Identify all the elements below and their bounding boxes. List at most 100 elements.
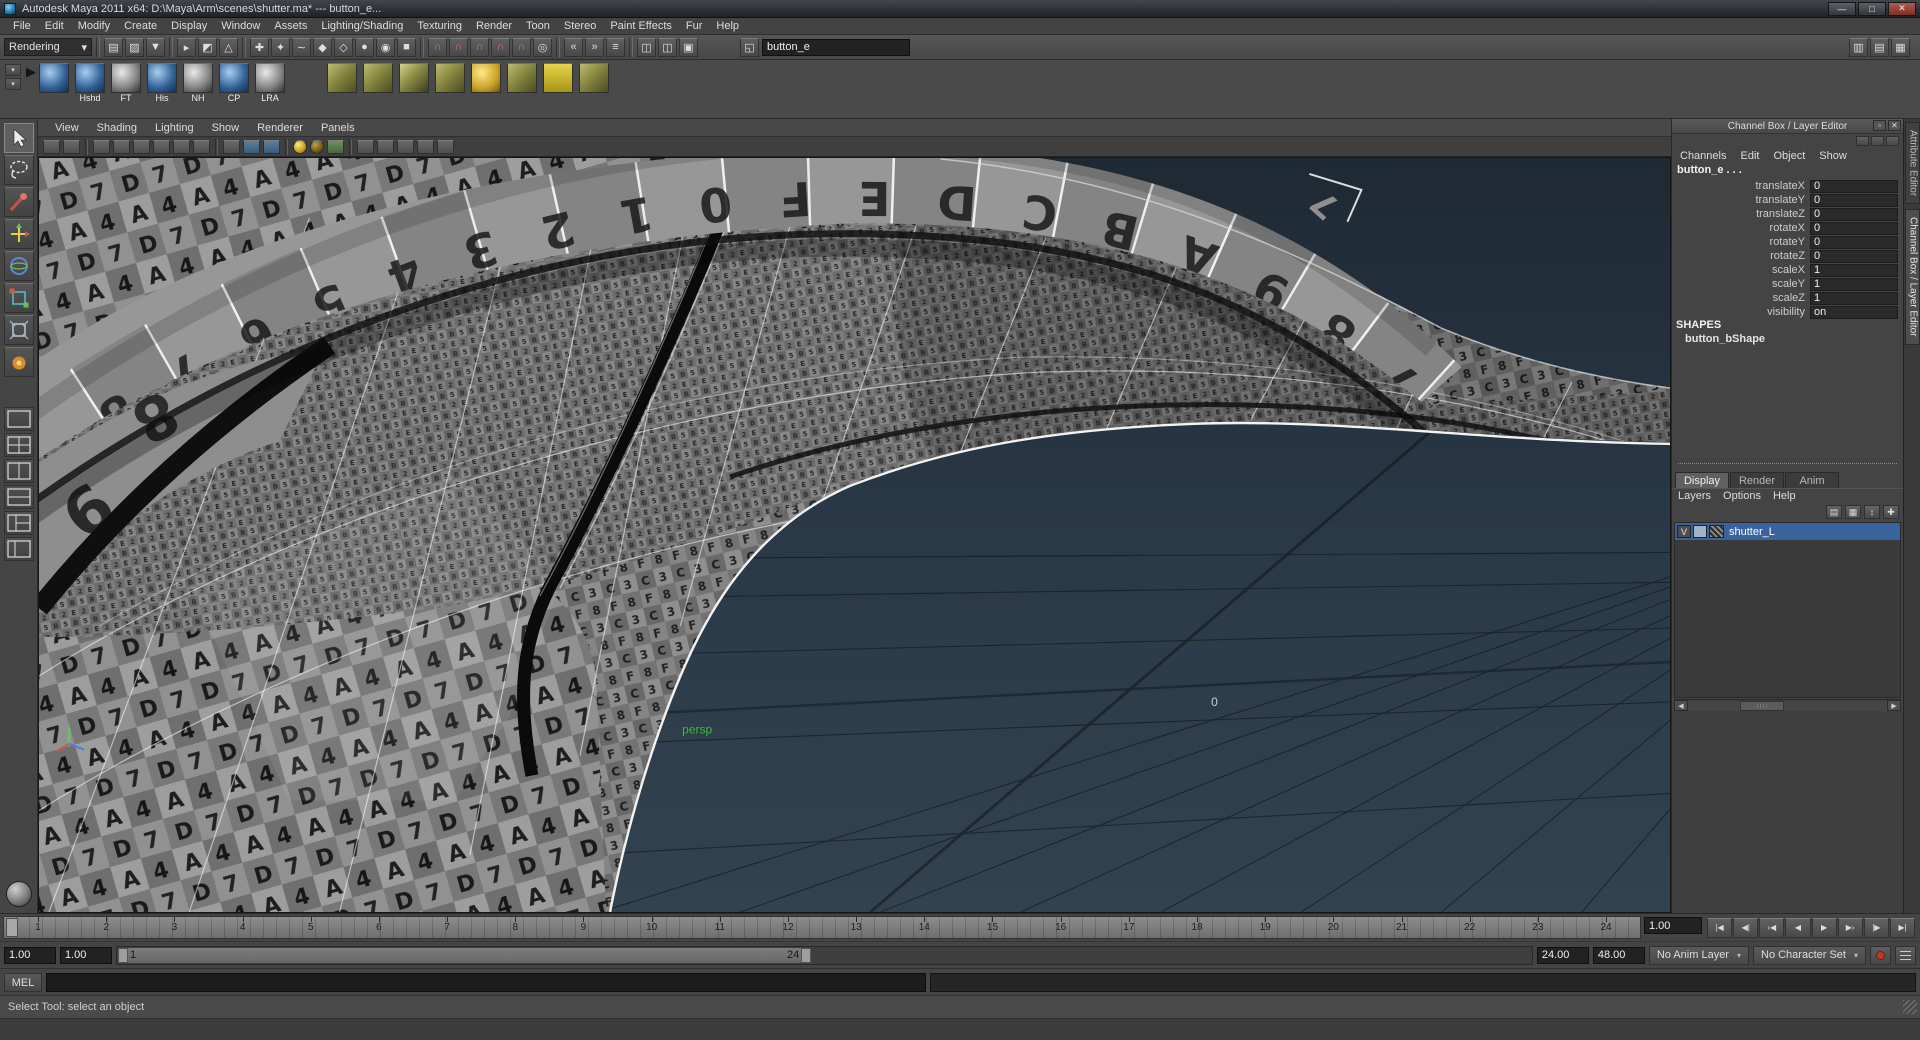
title-bar[interactable]: Autodesk Maya 2011 x64: D:\Maya\Arm\scen… (0, 0, 1920, 18)
shape-node-name[interactable]: button_bShape (1672, 333, 1903, 347)
quick-selection-input[interactable] (762, 38, 910, 56)
channel-box-option-icon[interactable] (1871, 136, 1884, 146)
channel-attribute-name[interactable]: scaleZ (1672, 292, 1810, 304)
xray-icon[interactable] (357, 139, 374, 154)
time-tick[interactable]: 13 (822, 917, 890, 938)
film-gate-icon[interactable] (93, 139, 110, 154)
resize-grip-icon[interactable] (1903, 1000, 1917, 1014)
toggle-attribute-editor-icon[interactable]: ▥ (1849, 37, 1868, 57)
playback-range-bar[interactable]: 1 24 (118, 947, 812, 963)
image-plane-icon[interactable] (437, 139, 454, 154)
shelf-button[interactable] (504, 63, 540, 104)
file-save-icon[interactable]: ▼ (146, 37, 165, 57)
select-hierarchy-icon[interactable]: ▸ (177, 37, 196, 57)
select-by-name-icon[interactable]: ◱ (740, 37, 759, 57)
bookmarks-icon[interactable] (417, 139, 434, 154)
channel-attribute-name[interactable]: rotateZ (1672, 250, 1810, 262)
shelf-button[interactable] (576, 63, 612, 104)
toggle-tool-settings-icon[interactable]: ▤ (1870, 37, 1889, 57)
channel-attribute-name[interactable]: rotateX (1672, 222, 1810, 234)
select-camera-icon[interactable] (43, 139, 60, 154)
new-layer-from-selected-button[interactable]: ▦ (1845, 505, 1861, 519)
range-slider-track[interactable]: 1 24 (116, 945, 1533, 965)
channel-attribute-value-field[interactable]: 0 (1810, 207, 1898, 221)
time-slider[interactable]: 1 2 3 4 5 6 7 8 9 10 11 12 13 14 15 16 17 18 19 20 21 22 23 24 (3, 916, 1641, 939)
time-tick[interactable]: 23 (1504, 917, 1572, 938)
scrollbar-track[interactable] (1688, 700, 1887, 711)
select-component-icon[interactable]: △ (219, 37, 238, 57)
layer-editor-tab[interactable]: Anim (1785, 472, 1839, 488)
channel-box-menu-item[interactable]: Show (1819, 150, 1847, 162)
input-connections-icon[interactable]: « (564, 37, 583, 57)
shelf-button[interactable] (432, 63, 468, 104)
channel-attribute-name[interactable]: scaleX (1672, 264, 1810, 276)
channel-box-option-icon[interactable] (1886, 136, 1899, 146)
time-tick[interactable]: 2 (72, 917, 140, 938)
auto-keyframe-button[interactable] (1870, 945, 1891, 965)
time-tick[interactable]: 14 (890, 917, 958, 938)
isolate-select-icon[interactable] (377, 139, 394, 154)
textured-icon[interactable] (263, 139, 280, 154)
shelf-button[interactable] (468, 63, 504, 104)
animation-end-field[interactable] (1592, 946, 1645, 964)
field-chart-icon[interactable] (153, 139, 170, 154)
time-tick[interactable]: 1 (4, 917, 72, 938)
time-tick[interactable]: 4 (209, 917, 277, 938)
channel-box-menu-item[interactable]: Channels (1680, 150, 1726, 162)
layer-editor-tab[interactable]: Render (1730, 472, 1784, 488)
gate-mask-icon[interactable] (133, 139, 150, 154)
time-tick[interactable]: 7 (413, 917, 481, 938)
anim-layer-dropdown[interactable]: No Anim Layer ▾ (1648, 945, 1749, 965)
menu-item[interactable]: File (6, 20, 38, 32)
menu-set-dropdown[interactable]: Rendering ▾ (4, 38, 92, 56)
channel-attribute-value-field[interactable]: 1 (1810, 277, 1898, 291)
menu-item[interactable]: Assets (267, 20, 314, 32)
default-material-icon[interactable] (327, 139, 344, 154)
file-open-icon[interactable]: ▨ (125, 37, 144, 57)
select-object-icon[interactable]: ◩ (198, 37, 217, 57)
channel-attribute-value-field[interactable]: on (1810, 305, 1898, 319)
channel-attribute-name[interactable]: rotateY (1672, 236, 1810, 248)
menu-item[interactable]: Lighting/Shading (314, 20, 410, 32)
channel-attribute-name[interactable]: translateX (1672, 180, 1810, 192)
play-forwards-button[interactable]: ▶ (1811, 917, 1837, 938)
time-tick[interactable]: 12 (754, 917, 822, 938)
select-joints-icon[interactable]: ✦ (271, 37, 290, 57)
channel-box-option-icon[interactable] (1856, 136, 1869, 146)
panel-menu-item[interactable]: Panels (312, 122, 364, 134)
scale-tool[interactable] (3, 283, 34, 313)
time-tick[interactable]: 24 (1572, 917, 1640, 938)
command-line-mode-button[interactable]: MEL (4, 972, 42, 992)
single-pane-layout-button[interactable] (3, 407, 34, 431)
step-forward-frame-button[interactable]: |▶ (1863, 917, 1889, 938)
smooth-shade-icon[interactable] (243, 139, 260, 154)
close-panel-button[interactable]: ✕ (1888, 120, 1901, 131)
shelf-popup-arrow-icon[interactable]: ▶ (26, 64, 36, 80)
time-tick[interactable]: 17 (1095, 917, 1163, 938)
output-connections-icon[interactable]: » (585, 37, 604, 57)
panel-menu-item[interactable]: Renderer (248, 122, 312, 134)
lasso-tool[interactable] (3, 155, 34, 185)
panel-menu-item[interactable]: View (46, 122, 88, 134)
menu-item[interactable]: Toon (519, 20, 557, 32)
select-curves-icon[interactable]: ∼ (292, 37, 311, 57)
menu-item[interactable]: Render (469, 20, 519, 32)
time-tick[interactable]: 20 (1299, 917, 1367, 938)
new-empty-layer-button[interactable]: ▤ (1826, 505, 1842, 519)
sidebar-vertical-tab[interactable]: Channel Box / Layer Editor (1904, 209, 1920, 345)
time-tick[interactable]: 10 (618, 917, 686, 938)
channel-attribute-value-field[interactable]: 1 (1810, 291, 1898, 305)
time-tick[interactable]: 21 (1367, 917, 1435, 938)
layer-visibility-toggle[interactable]: V (1677, 525, 1691, 538)
camera-attributes-icon[interactable] (397, 139, 414, 154)
time-tick[interactable]: 15 (958, 917, 1026, 938)
layer-list[interactable]: V shutter_L (1674, 522, 1901, 698)
menu-item[interactable]: Edit (38, 20, 71, 32)
time-tick[interactable]: 6 (345, 917, 413, 938)
wireframe-icon[interactable] (223, 139, 240, 154)
shelf-button[interactable] (324, 63, 360, 104)
animation-start-field[interactable] (4, 946, 56, 964)
time-tick[interactable]: 18 (1163, 917, 1231, 938)
go-to-start-button[interactable]: |◀ (1707, 917, 1733, 938)
select-deformations-icon[interactable]: ◇ (334, 37, 353, 57)
